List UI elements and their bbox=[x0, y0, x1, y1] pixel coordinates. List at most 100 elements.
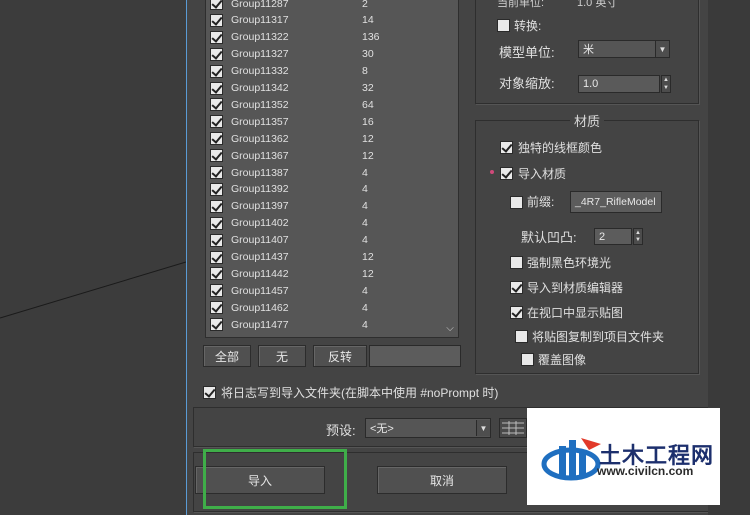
group-name: Group11367 bbox=[231, 149, 289, 162]
group-checkbox[interactable] bbox=[210, 166, 223, 179]
prefix-label: 前缀: bbox=[527, 195, 555, 209]
watermark-logo: 土木工程网 www.civilcn.com bbox=[527, 408, 720, 505]
write-log-label: 将日志写到导入文件夹(在脚本中使用 #noPrompt 时) bbox=[221, 386, 499, 400]
list-item[interactable]: Group11437 12 bbox=[206, 249, 444, 266]
write-log-checkbox[interactable] bbox=[203, 386, 216, 399]
group-checkbox[interactable] bbox=[210, 98, 223, 112]
group-checkbox[interactable] bbox=[210, 216, 223, 230]
list-item[interactable]: Group11397 4 bbox=[206, 198, 444, 215]
group-checkbox[interactable] bbox=[210, 250, 223, 264]
unique-wire-color-checkbox[interactable] bbox=[500, 141, 513, 154]
group-face-count: 32 bbox=[362, 82, 374, 94]
group-checkbox[interactable] bbox=[210, 233, 223, 247]
group-checkbox[interactable] bbox=[210, 267, 223, 281]
preset-label: 预设: bbox=[326, 423, 356, 438]
list-item[interactable]: Group11327 30 bbox=[206, 46, 444, 63]
scroll-down-icon[interactable]: ⌵ bbox=[444, 323, 456, 335]
group-name: Group11317 bbox=[231, 14, 289, 27]
default-bump-input[interactable]: 2 bbox=[594, 228, 632, 245]
group-name: Group11392 bbox=[231, 183, 289, 196]
group-checkbox[interactable] bbox=[210, 318, 223, 332]
import-to-editor-checkbox[interactable] bbox=[510, 281, 523, 294]
group-checkbox[interactable] bbox=[210, 81, 223, 95]
group-name: Group11357 bbox=[231, 115, 289, 128]
current-unit-label: 当前单位: bbox=[497, 0, 545, 9]
import-highlight-box bbox=[203, 449, 347, 509]
show-in-viewport-label: 在视口中显示贴图 bbox=[527, 306, 624, 320]
group-checkbox[interactable] bbox=[210, 199, 223, 213]
group-name: Group11287 bbox=[231, 0, 289, 10]
list-item[interactable]: Group11322 136 bbox=[206, 29, 444, 46]
force-black-ambient-checkbox[interactable] bbox=[510, 256, 523, 269]
group-face-count: 4 bbox=[362, 183, 368, 196]
list-item[interactable]: Group11392 4 bbox=[206, 181, 444, 198]
chevron-down-icon[interactable]: ▼ bbox=[655, 41, 669, 57]
group-name: Group11327 bbox=[231, 48, 289, 61]
convert-checkbox[interactable] bbox=[497, 19, 510, 32]
prefix-input[interactable]: _4R7_RifleModel bbox=[570, 191, 662, 213]
list-item[interactable]: Group11462 4 bbox=[206, 299, 444, 316]
group-face-count: 14 bbox=[362, 14, 374, 27]
list-item[interactable]: Group11362 12 bbox=[206, 130, 444, 147]
group-checkbox[interactable] bbox=[210, 284, 223, 298]
group-name: Group11407 bbox=[231, 234, 289, 247]
group-checkbox[interactable] bbox=[210, 115, 223, 129]
list-item[interactable]: Group11287 2 bbox=[206, 0, 444, 12]
list-item[interactable]: Group11477 4 bbox=[206, 316, 444, 333]
group-checkbox[interactable] bbox=[210, 149, 223, 163]
copy-maps-label: 将贴图复制到项目文件夹 bbox=[532, 330, 665, 344]
list-item[interactable]: Group11457 4 bbox=[206, 282, 444, 299]
chevron-down-icon[interactable]: ▼ bbox=[476, 420, 490, 436]
invert-selection-button[interactable]: 反转 bbox=[313, 345, 367, 367]
group-checkbox[interactable] bbox=[210, 13, 223, 27]
list-scrollbar[interactable]: ⌵ bbox=[442, 0, 458, 337]
group-face-count: 4 bbox=[362, 217, 368, 230]
list-item[interactable]: Group11317 14 bbox=[206, 12, 444, 29]
group-checkbox[interactable] bbox=[210, 0, 223, 10]
select-none-button[interactable]: 无 bbox=[258, 345, 306, 367]
object-scale-spinner[interactable]: ▲ ▼ bbox=[661, 75, 671, 93]
import-material-checkbox[interactable] bbox=[500, 167, 513, 180]
group-name: Group11332 bbox=[231, 65, 289, 78]
list-item[interactable]: Group11442 12 bbox=[206, 265, 444, 282]
group-face-count: 4 bbox=[362, 200, 368, 213]
group-face-count: 4 bbox=[362, 234, 368, 247]
group-face-count: 4 bbox=[362, 166, 368, 179]
list-item[interactable]: Group11367 12 bbox=[206, 147, 444, 164]
group-checkbox[interactable] bbox=[210, 30, 223, 44]
list-item[interactable]: Group11332 8 bbox=[206, 63, 444, 80]
group-list[interactable]: Group11287 2 Group11317 14 Group11322 136 Grou… bbox=[205, 0, 459, 338]
copy-maps-checkbox[interactable] bbox=[515, 330, 528, 343]
viewport-wireframe-line bbox=[0, 261, 186, 319]
preset-select[interactable]: <无> ▼ bbox=[365, 418, 491, 438]
group-name: Group11387 bbox=[231, 166, 289, 179]
list-item[interactable]: Group11357 16 bbox=[206, 113, 444, 130]
list-filter-field[interactable] bbox=[369, 345, 461, 367]
group-name: Group11462 bbox=[231, 301, 289, 314]
list-item[interactable]: Group11402 4 bbox=[206, 215, 444, 232]
list-item[interactable]: Group11342 32 bbox=[206, 80, 444, 97]
prefix-checkbox[interactable] bbox=[510, 196, 523, 209]
object-scale-input[interactable]: 1.0 bbox=[578, 75, 660, 93]
group-checkbox[interactable] bbox=[210, 301, 223, 315]
list-item[interactable]: Group11352 64 bbox=[206, 96, 444, 113]
group-checkbox[interactable] bbox=[210, 182, 223, 196]
select-all-button[interactable]: 全部 bbox=[203, 345, 251, 367]
cancel-button[interactable]: 取消 bbox=[377, 466, 507, 494]
group-checkbox[interactable] bbox=[210, 47, 223, 61]
model-unit-select[interactable]: 米 ▼ bbox=[578, 40, 670, 58]
group-checkbox[interactable] bbox=[210, 132, 223, 146]
group-name: Group11342 bbox=[231, 82, 289, 94]
material-group-title: 材质 bbox=[570, 111, 605, 130]
group-checkbox[interactable] bbox=[210, 64, 223, 78]
group-name: Group11477 bbox=[231, 318, 289, 331]
convert-label: 转换: bbox=[514, 19, 542, 33]
default-bump-spinner[interactable]: ▲ ▼ bbox=[633, 228, 643, 245]
overwrite-images-checkbox[interactable] bbox=[521, 353, 534, 366]
list-item[interactable]: Group11387 4 bbox=[206, 164, 444, 181]
group-name: Group11457 bbox=[231, 284, 289, 297]
group-face-count: 4 bbox=[362, 284, 368, 297]
list-item[interactable]: Group11407 4 bbox=[206, 232, 444, 249]
preset-grid-icon[interactable] bbox=[499, 418, 527, 438]
show-in-viewport-checkbox[interactable] bbox=[510, 306, 523, 319]
